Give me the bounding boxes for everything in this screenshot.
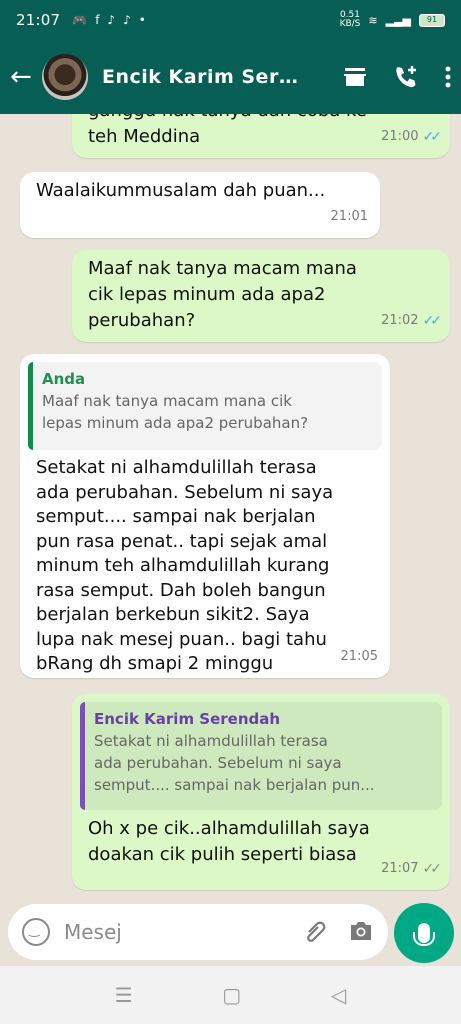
recent-apps-icon[interactable]: ☰ (115, 983, 133, 1007)
tiktok-icon: ♪ (107, 13, 116, 27)
clock: 21:07 (16, 11, 61, 29)
dot-icon: • (138, 13, 146, 27)
add-call-icon[interactable] (393, 64, 419, 90)
message-text: Waalaikummusalam dah puan... (36, 180, 326, 201)
battery-icon: 91 (419, 13, 445, 27)
more-options-icon[interactable] (445, 66, 451, 88)
message-input[interactable]: Mesej (64, 920, 122, 944)
status-bar: 21:07 🎮 f ♪ ♪ • 0.51 KB/S ≋ ▂▃▅ 91 (0, 0, 461, 40)
quoted-message[interactable]: Anda Maaf nak tanya macam mana cik lepas… (28, 362, 382, 450)
facebook-icon: f (95, 13, 100, 27)
message-bubble[interactable]: ganggu nak tanya dan coba ke teh Meddina… (72, 114, 450, 158)
message-meta: 21:02 ✓✓ (381, 308, 443, 334)
quote-text: Maaf nak tanya macam mana cik lepas minu… (42, 392, 309, 432)
message-meta: 21:07 ✓✓ (381, 856, 443, 882)
emoji-icon[interactable] (22, 918, 50, 946)
message-bubble[interactable]: Maaf nak tanya macam mana cik lepas minu… (72, 250, 450, 342)
message-input-bar[interactable]: Mesej (8, 904, 388, 960)
mic-icon (413, 923, 435, 946)
delivered-ticks-icon: ✓✓ (422, 861, 443, 877)
read-ticks-icon: ✓✓ (422, 313, 443, 329)
system-nav-bar: ☰ ▢ ◁ (0, 966, 461, 1024)
message-meta: 21:05 (340, 649, 378, 664)
message-meta: 21:00 ✓✓ (381, 124, 443, 150)
attach-icon[interactable] (304, 920, 326, 944)
network-speed: 0.51 KB/S (339, 10, 361, 29)
quoted-message[interactable]: Encik Karim Serendah Setakat ni alhamdul… (80, 702, 442, 810)
message-bubble[interactable]: Encik Karim Serendah Setakat ni alhamdul… (72, 694, 450, 890)
message-bubble[interactable]: Waalaikummusalam dah puan... 21:01 (20, 172, 380, 238)
read-ticks-icon: ✓✓ (422, 129, 443, 145)
mic-button[interactable] (394, 903, 454, 963)
home-icon[interactable]: ▢ (222, 983, 241, 1007)
message-meta: 21:01 (330, 209, 368, 224)
quote-author: Encik Karim Serendah (94, 710, 281, 728)
quote-author: Anda (42, 370, 86, 388)
back-arrow-icon[interactable]: ← (10, 62, 36, 92)
notification-icons: 🎮 f ♪ ♪ • (72, 13, 146, 27)
back-nav-icon[interactable]: ◁ (331, 983, 346, 1007)
tiktok-icon: ♪ (123, 13, 131, 27)
message-text: Setakat ni alhamdulillah terasa ada peru… (36, 457, 334, 674)
contact-name[interactable]: Encik Karim Serendah (102, 66, 302, 88)
shop-icon[interactable] (343, 66, 367, 88)
avatar[interactable] (42, 54, 88, 100)
wifi-icon: ≋ (368, 13, 378, 27)
game-icon: 🎮 (72, 13, 88, 27)
camera-icon[interactable] (348, 920, 374, 942)
chat-area[interactable]: ganggu nak tanya dan coba ke teh Meddina… (0, 114, 461, 902)
quote-text: Setakat ni alhamdulillah terasa ada peru… (94, 732, 375, 794)
chat-header: ← Encik Karim Serendah (0, 40, 461, 114)
message-bubble[interactable]: Anda Maaf nak tanya macam mana cik lepas… (20, 354, 390, 678)
signal-icon: ▂▃▅ (385, 13, 411, 27)
